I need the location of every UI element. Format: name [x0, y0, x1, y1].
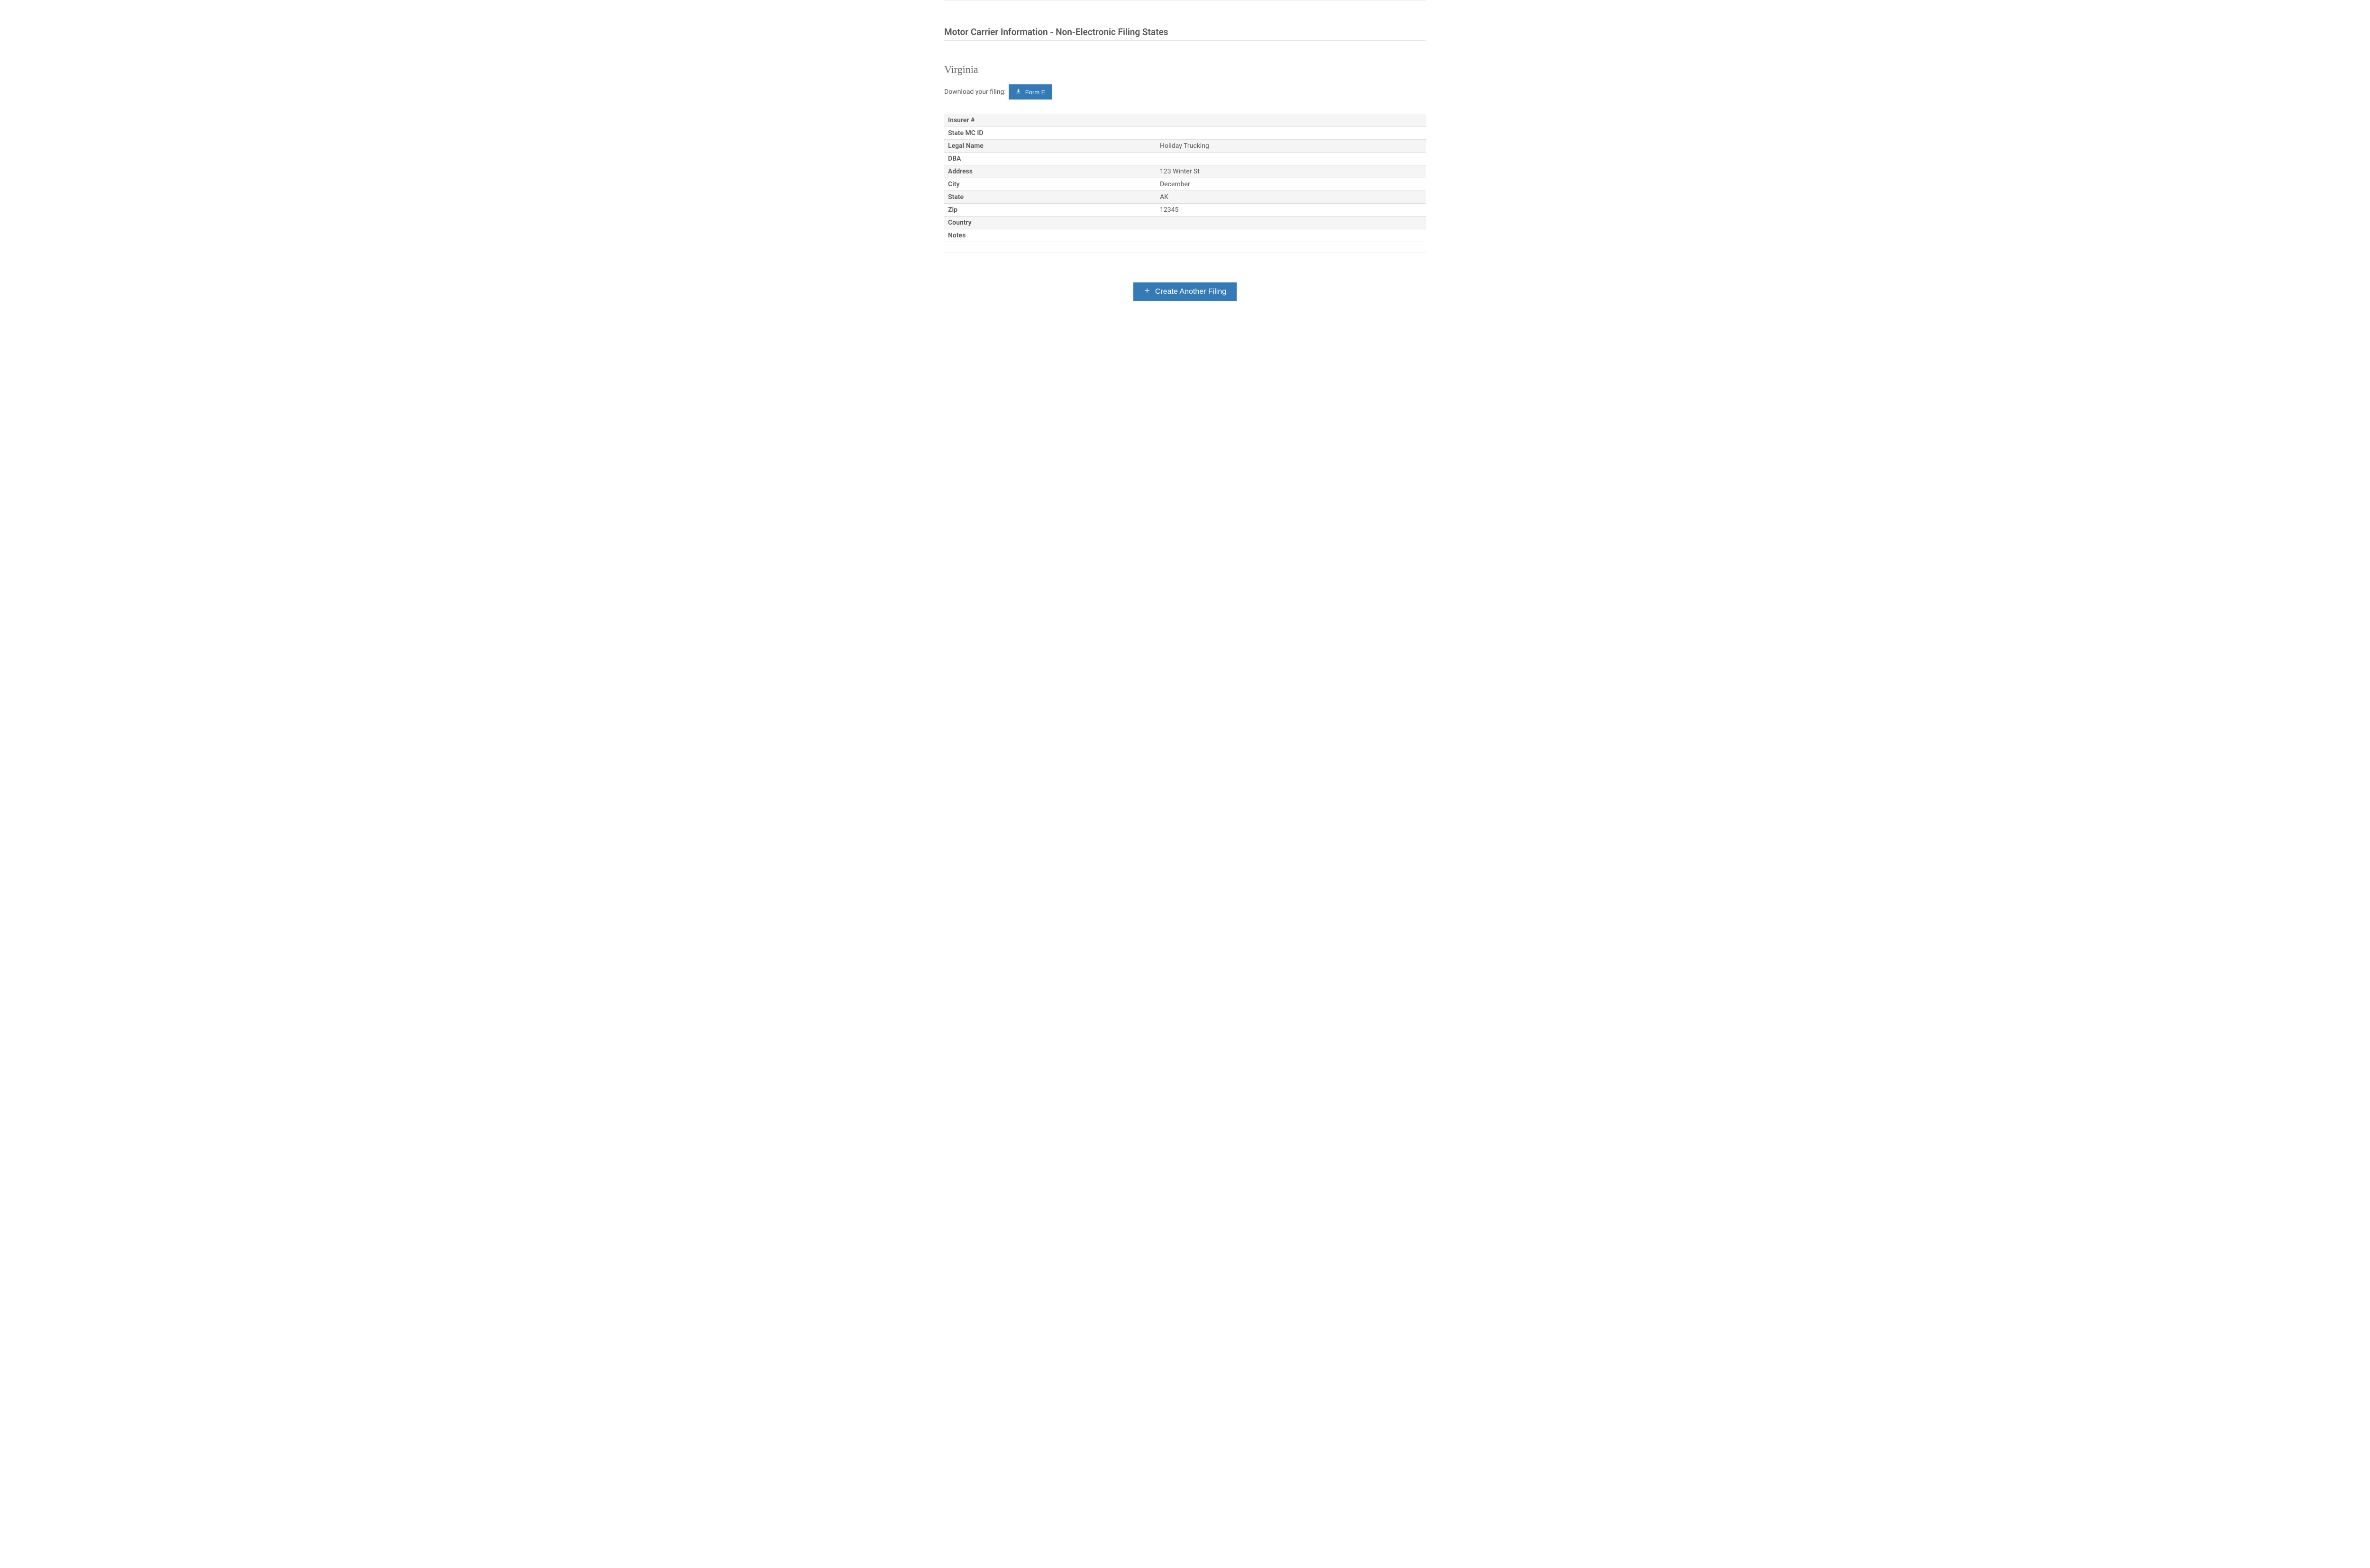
- table-row: State MC ID: [944, 127, 1426, 140]
- row-label: Country: [944, 217, 1156, 229]
- table-row: Country: [944, 217, 1426, 229]
- download-icon: [1015, 88, 1021, 96]
- row-label: Zip: [944, 204, 1156, 217]
- row-value: [1156, 114, 1426, 127]
- create-another-row: Create Another Filing: [944, 282, 1426, 301]
- create-another-filing-button[interactable]: Create Another Filing: [1133, 282, 1237, 301]
- row-label: Address: [944, 165, 1156, 178]
- table-row: Legal NameHoliday Trucking: [944, 140, 1426, 153]
- download-label: Download your filing:: [944, 88, 1006, 96]
- row-value: AK: [1156, 191, 1426, 204]
- row-label: Legal Name: [944, 140, 1156, 153]
- row-value: 12345: [1156, 204, 1426, 217]
- row-label: State: [944, 191, 1156, 204]
- row-value: [1156, 217, 1426, 229]
- table-row: Zip12345: [944, 204, 1426, 217]
- row-label: Insurer #: [944, 114, 1156, 127]
- row-label: City: [944, 178, 1156, 191]
- row-value: Holiday Trucking: [1156, 140, 1426, 153]
- row-label: Notes: [944, 229, 1156, 242]
- row-value: 123 Winter St: [1156, 165, 1426, 178]
- row-value: December: [1156, 178, 1426, 191]
- plus-icon: [1144, 287, 1150, 296]
- create-another-label: Create Another Filing: [1155, 288, 1226, 296]
- row-label: State MC ID: [944, 127, 1156, 140]
- row-value: [1156, 153, 1426, 165]
- carrier-info-table: Insurer #State MC IDLegal NameHoliday Tr…: [944, 114, 1426, 242]
- download-form-label: Form E: [1025, 89, 1046, 96]
- table-row: Insurer #: [944, 114, 1426, 127]
- row-value: [1156, 229, 1426, 242]
- carrier-info-tbody: Insurer #State MC IDLegal NameHoliday Tr…: [944, 114, 1426, 242]
- row-value: [1156, 127, 1426, 140]
- state-name-heading: Virginia: [944, 63, 1426, 76]
- table-row: DBA: [944, 153, 1426, 165]
- download-form-e-button[interactable]: Form E: [1009, 84, 1052, 100]
- download-row: Download your filing: Form E: [944, 84, 1426, 100]
- table-row: CityDecember: [944, 178, 1426, 191]
- table-row: Address123 Winter St: [944, 165, 1426, 178]
- table-row: Notes: [944, 229, 1426, 242]
- row-label: DBA: [944, 153, 1156, 165]
- section-title: Motor Carrier Information - Non-Electron…: [944, 27, 1426, 41]
- table-row: StateAK: [944, 191, 1426, 204]
